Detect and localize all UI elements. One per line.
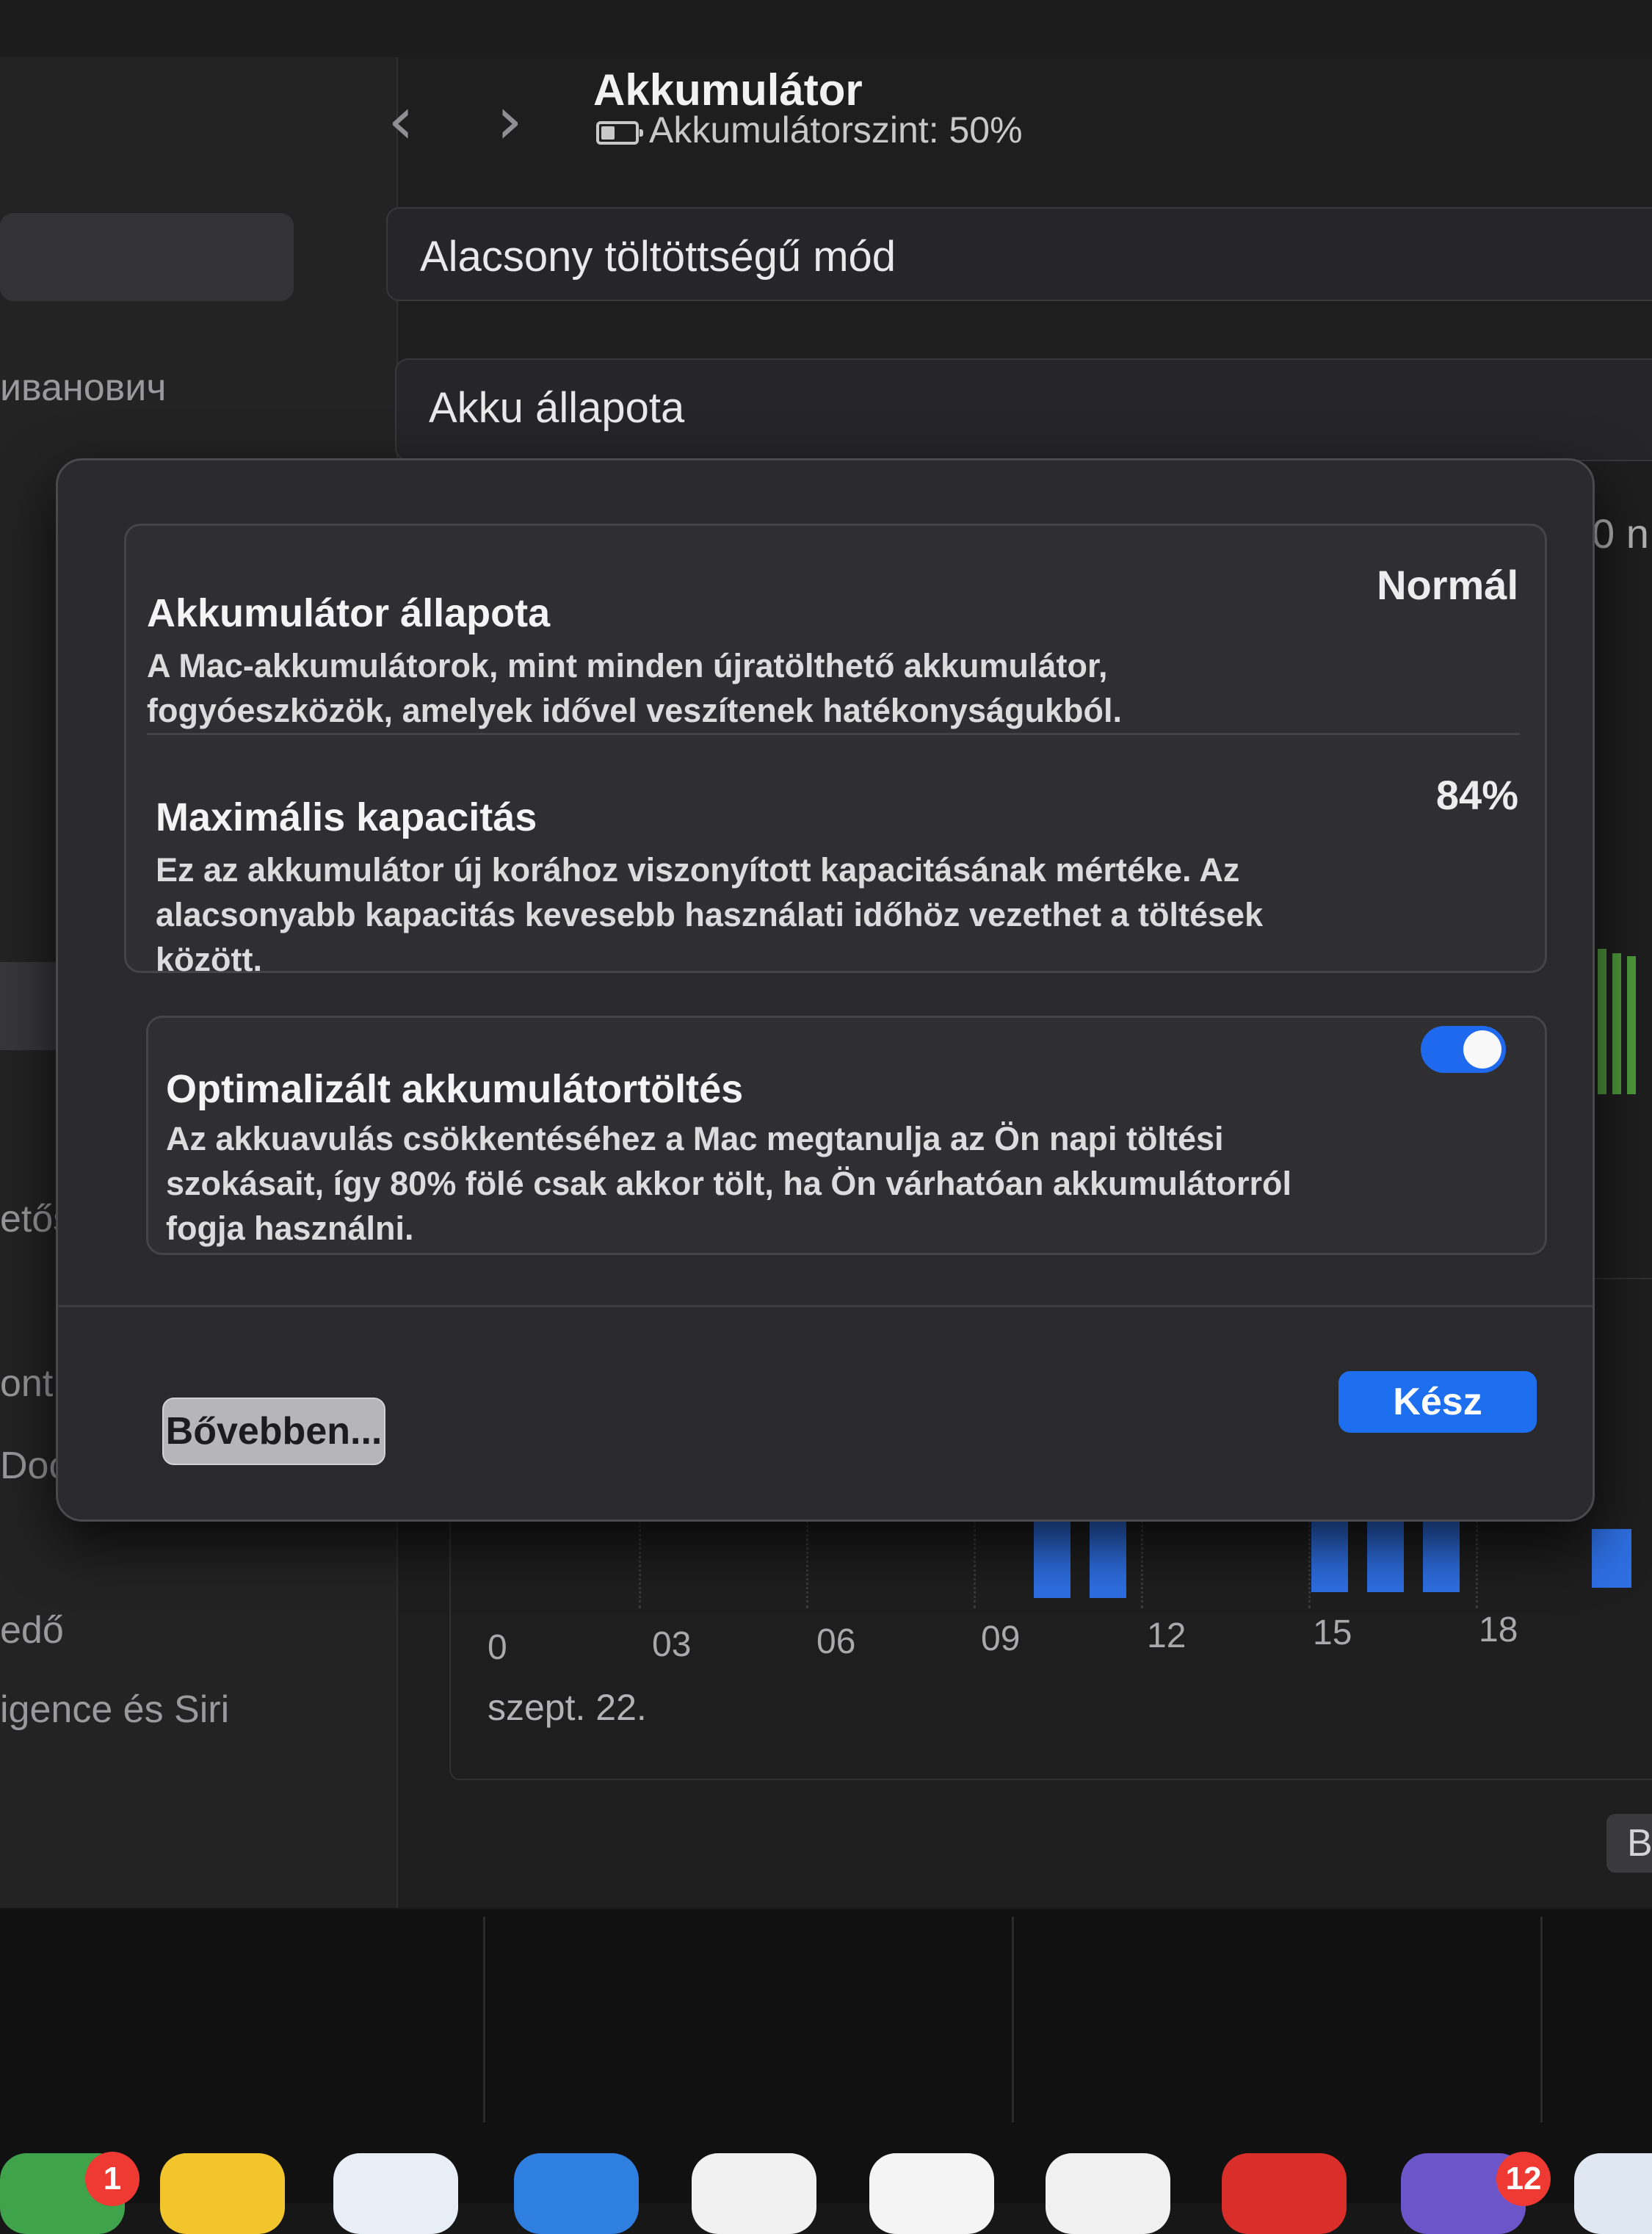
window-divider [1540,1917,1543,2122]
window-divider [483,1917,485,2122]
optimized-charging-toggle[interactable] [1421,1026,1506,1073]
chart-bar [1592,1529,1631,1588]
battery-health-row[interactable]: Akku állapota [395,358,1652,461]
battery-icon [596,120,643,145]
battery-health-dialog: Akkumulátor állapota Normál A Mac-akkumu… [56,458,1595,1522]
sidebar-item-siri[interactable]: igence és Siri [0,1688,229,1732]
health-title: Akkumulátor állapota [147,591,551,635]
panel-divider [147,733,1520,735]
notification-badge: 1 [85,2152,140,2206]
low-power-mode-row[interactable]: Alacsony töltöttségű mód [386,207,1652,301]
word-icon[interactable] [869,2153,994,2234]
optimized-charging-panel: Optimalizált akkumulátortöltés Az akkuav… [146,1016,1547,1255]
health-value: Normál [1377,562,1518,608]
chart-overflow-label: 0 n [1592,510,1649,557]
chart-charge-bar [1612,953,1621,1094]
battery-health-label: Akku állapota [429,384,685,432]
battery-level-status: Akkumulátorszint: 50% [596,109,1023,151]
mail-icon[interactable] [514,2153,639,2234]
chart-x-tick: 15 [1313,1613,1352,1652]
capacity-value: 84% [1435,772,1518,818]
dock-app-icon[interactable] [1574,2153,1652,2234]
sidebar-search-field[interactable] [0,213,294,301]
dialog-footer-divider [58,1305,1593,1307]
optimized-charging-description: Az akkuavulás csökkentéséhez a Mac megta… [166,1120,1292,1247]
chevron-left-icon[interactable]: ‹ [388,82,414,159]
chart-charge-bar [1627,956,1636,1094]
chart-x-tick: 18 [1479,1611,1518,1649]
done-label: Kész [1393,1381,1482,1423]
optimized-charging-title: Optimalizált akkumulátortöltés [166,1067,744,1111]
acrobat-icon[interactable] [1222,2153,1347,2234]
sidebar-item-edo[interactable]: edő [0,1608,64,1652]
capacity-title: Maximális kapacitás [156,795,537,839]
window-divider [1012,1917,1014,2122]
screen-top-edge [0,0,1652,59]
learn-more-button[interactable]: Bővebben... [162,1398,385,1465]
capacity-description: Ez az akkumulátor új korához viszonyítot… [156,851,1264,978]
battery-level-text: Akkumulátorszint: 50% [649,109,1023,151]
sidebar-item-font[interactable]: ont [0,1362,53,1406]
done-button[interactable]: Kész [1338,1371,1537,1433]
chart-x-tick: 0 [488,1628,507,1667]
sidebar-user-name[interactable]: иванович [0,366,166,410]
powerpoint-icon[interactable] [1046,2153,1170,2234]
chart-x-tick: 12 [1147,1616,1187,1655]
chart-date-label: szept. 22. [488,1687,647,1728]
notification-badge: 12 [1496,2152,1551,2206]
chart-x-tick: 06 [816,1622,856,1661]
chart-charge-bar [1598,949,1606,1094]
learn-more-label: Bővebben... [165,1410,383,1453]
chart-b-button-label: B [1627,1822,1652,1865]
chart-b-button[interactable]: B [1606,1814,1652,1873]
chart-x-tick: 09 [981,1619,1021,1658]
chrome-icon[interactable] [692,2153,816,2234]
safari-icon[interactable] [333,2153,458,2234]
page-title: Akkumulátor [593,65,863,115]
chevron-right-icon[interactable]: › [496,82,523,159]
notes-icon[interactable] [160,2153,285,2234]
toggle-knob [1463,1030,1501,1069]
battery-info-panel: Akkumulátor állapota Normál A Mac-akkumu… [124,524,1547,978]
chart-x-tick: 03 [652,1625,692,1664]
health-description: A Mac-akkumulátorok, mint minden újratöl… [147,647,1122,729]
low-power-mode-label: Alacsony töltöttségű mód [420,233,896,281]
